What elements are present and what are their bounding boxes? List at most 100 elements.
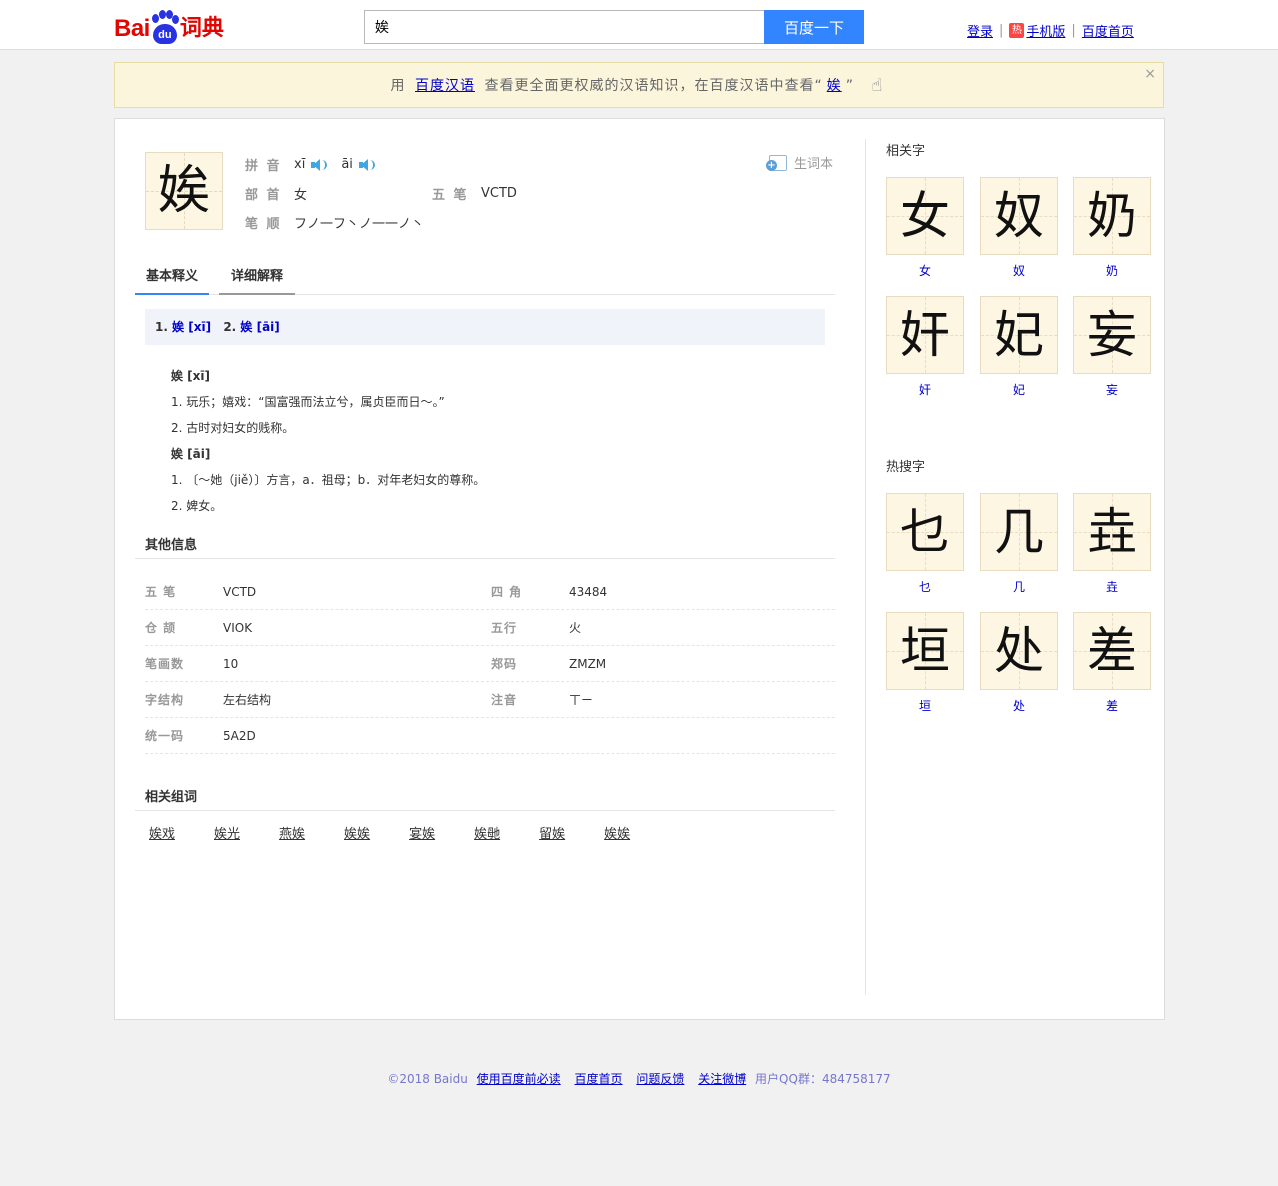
related-words-title: 相关组词 (145, 790, 198, 805)
nav-link-ai[interactable]: 娭 [āi] (240, 320, 279, 334)
related-word-link[interactable]: 娭光 (214, 823, 240, 842)
close-icon[interactable]: × (1144, 63, 1157, 85)
related-char-card[interactable]: 女女 (886, 177, 964, 279)
search-button[interactable]: 百度一下 (764, 10, 864, 44)
char-link[interactable]: 乜 (886, 578, 964, 595)
info-label: 仓 颉 (145, 621, 177, 635)
related-word-link[interactable]: 娭娭 (344, 823, 370, 842)
speaker-icon[interactable] (358, 158, 375, 172)
link-separator: | (1071, 23, 1076, 38)
hot-char-card[interactable]: 几几 (980, 493, 1058, 595)
link-separator: | (999, 23, 1004, 38)
related-word-link[interactable]: 宴娭 (409, 823, 435, 842)
related-word-link[interactable]: 娭戏 (149, 823, 175, 842)
info-label: 笔画数 (145, 657, 185, 671)
related-char-card[interactable]: 妃妃 (980, 296, 1058, 398)
char-link[interactable]: 奸 (886, 381, 964, 398)
info-value: VIOK (223, 621, 253, 635)
notice-prefix: 用 (390, 78, 406, 94)
char-glyph: 几 (994, 503, 1044, 561)
hot-char-card[interactable]: 垚垚 (1073, 493, 1151, 595)
info-value: ZMZM (569, 657, 607, 671)
hand-pointer-icon: ☝ (871, 75, 884, 96)
char-link[interactable]: 妃 (980, 381, 1058, 398)
nav-number: 1. (155, 320, 168, 334)
info-label: 五行 (491, 621, 518, 635)
related-char-card[interactable]: 奸奸 (886, 296, 964, 398)
notice-char-link[interactable]: 娭 (827, 78, 842, 94)
wubi-value: VCTD (481, 186, 517, 201)
footer-terms-link[interactable]: 使用百度前必读 (477, 1072, 561, 1086)
char-link[interactable]: 处 (980, 697, 1058, 714)
pinyin-xi: xī (294, 157, 306, 172)
hot-char-card[interactable]: 乜乜 (886, 493, 964, 595)
related-words-list: 娭戏 娭光 燕娭 娭娭 宴娭 娭毑 留娭 娭娭 (149, 823, 669, 842)
info-value: 火 (569, 621, 582, 635)
info-value: 左右结构 (223, 693, 272, 707)
info-row: 笔画数 10 郑码 ZMZM (145, 646, 835, 682)
stroke-order-row: 笔 顺 フノ一フ丶ノ一一ノ丶 (245, 213, 424, 232)
info-value: 43484 (569, 585, 608, 599)
hot-chars-title: 热搜字 (886, 460, 926, 475)
footer-feedback-link[interactable]: 问题反馈 (636, 1072, 684, 1086)
related-word-link[interactable]: 留娭 (539, 823, 565, 842)
related-word-link[interactable]: 燕娭 (279, 823, 305, 842)
definition-item: 1. 玩乐；嬉戏：“国富强而法立兮，属贞臣而日～。” (171, 395, 445, 409)
char-glyph: 奴 (994, 187, 1044, 245)
char-link[interactable]: 女 (886, 262, 964, 279)
char-link[interactable]: 几 (980, 578, 1058, 595)
pinyin-label: 拼 音 (245, 159, 282, 174)
hot-char-card[interactable]: 差差 (1073, 612, 1151, 714)
char-glyph: 妃 (994, 306, 1044, 364)
char-glyph: 垚 (1087, 503, 1137, 561)
info-value: ㄒㄧ (569, 693, 594, 707)
related-char-card[interactable]: 奶奶 (1073, 177, 1151, 279)
sidebar-divider (865, 139, 866, 995)
info-label: 统一码 (145, 729, 185, 743)
top-links: 登录 | 热 手机版 | 百度首页 (967, 21, 1134, 40)
footer-weibo-link[interactable]: 关注微博 (698, 1072, 746, 1086)
radical-value: 女 (294, 188, 308, 203)
definition-item: 2. 古时对妇女的贱称。 (171, 421, 295, 435)
footer-home-link[interactable]: 百度首页 (575, 1072, 623, 1086)
info-row: 仓 颉 VIOK 五行 火 (145, 610, 835, 646)
pinyin-row: 拼 音 xī āi (245, 155, 389, 174)
nav-link-xi[interactable]: 娭 [xī] (172, 320, 211, 334)
hot-char-card[interactable]: 垣垣 (886, 612, 964, 714)
notice-hanyu-link[interactable]: 百度汉语 (415, 78, 475, 94)
char-glyph: 女 (900, 187, 950, 245)
char-glyph: 奸 (900, 306, 950, 364)
baidu-dict-logo[interactable]: Bai du 词典 (114, 6, 224, 44)
info-value: VCTD (223, 585, 257, 599)
char-glyph: 乜 (900, 503, 950, 561)
tab-detail[interactable]: 详细解释 (219, 261, 295, 295)
tab-basic[interactable]: 基本释义 (135, 261, 209, 295)
char-link[interactable]: 妄 (1073, 381, 1151, 398)
vocab-book-button[interactable]: 生词本 (766, 153, 833, 172)
char-link[interactable]: 奴 (980, 262, 1058, 279)
other-info-title: 其他信息 (145, 538, 198, 553)
speaker-icon[interactable] (311, 158, 328, 172)
definition-item: 2. 婢女。 (171, 499, 223, 513)
baidu-home-link[interactable]: 百度首页 (1082, 21, 1134, 40)
login-link[interactable]: 登录 (967, 21, 993, 40)
definition-heading: 娭 [āi] (171, 447, 211, 461)
related-char-card[interactable]: 奴奴 (980, 177, 1058, 279)
paw-icon: du (151, 10, 179, 44)
char-link[interactable]: 奶 (1073, 262, 1151, 279)
related-word-link[interactable]: 娭娭 (604, 823, 630, 842)
main-panel: 娭 拼 音 xī āi 部 首 女 五 笔 VCTD 笔 顺 フノ一フ丶ノ一一ノ… (114, 118, 1165, 1020)
char-link[interactable]: 差 (1073, 697, 1151, 714)
char-link[interactable]: 垚 (1073, 578, 1151, 595)
hot-char-card[interactable]: 处处 (980, 612, 1058, 714)
char-link[interactable]: 垣 (886, 697, 964, 714)
related-char-card[interactable]: 妄妄 (1073, 296, 1151, 398)
search-input[interactable] (364, 10, 764, 44)
mobile-link[interactable]: 手机版 (1026, 21, 1065, 40)
definition-tabs: 基本释义 详细解释 (135, 261, 835, 295)
info-label: 四 角 (491, 585, 523, 599)
info-value: 10 (223, 657, 239, 671)
page-footer: ©2018 Baidu 使用百度前必读 百度首页 问题反馈 关注微博 用户QQ群… (0, 1070, 1278, 1087)
related-word-link[interactable]: 娭毑 (474, 823, 500, 842)
basic-definitions: 娭 [xī] 1. 玩乐；嬉戏：“国富强而法立兮，属贞臣而日～。” 2. 古时对… (171, 363, 485, 519)
